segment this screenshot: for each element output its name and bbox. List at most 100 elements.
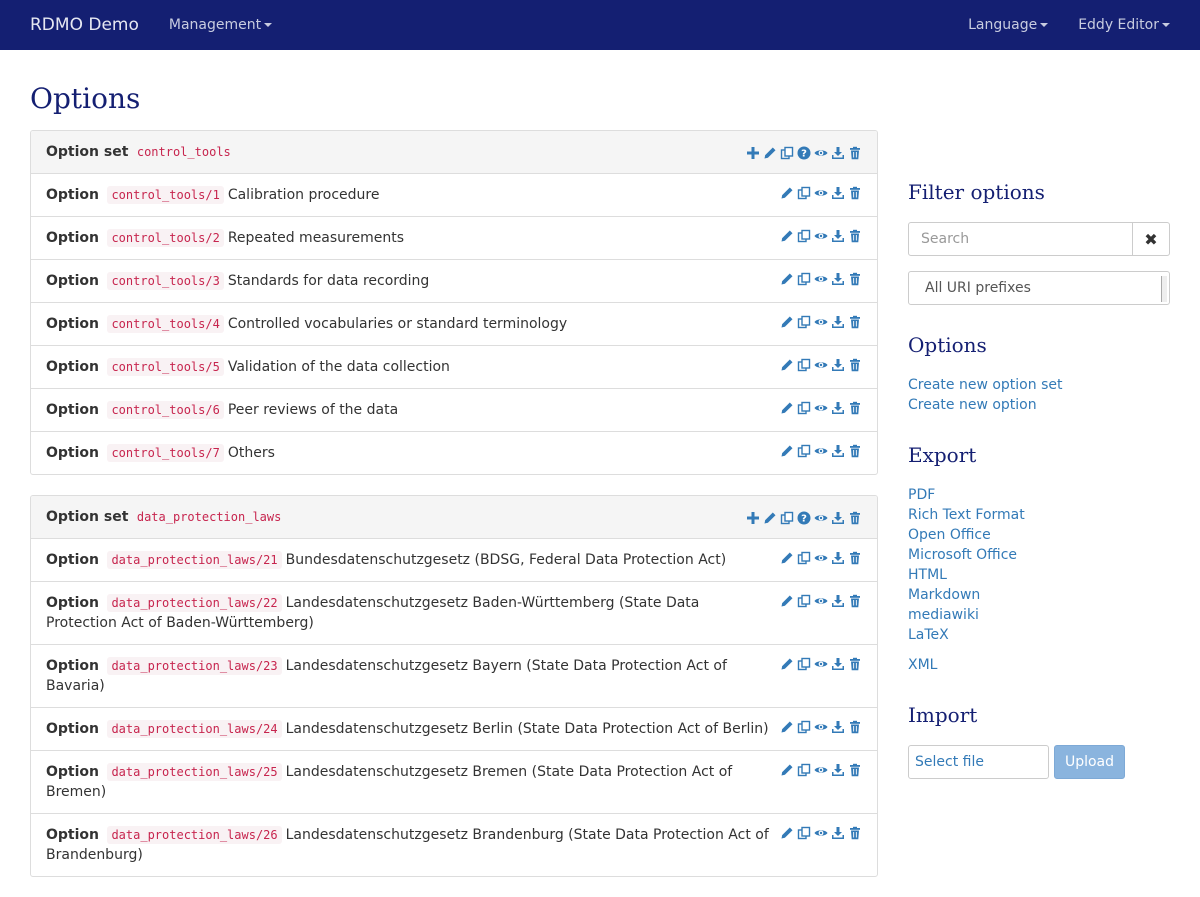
copy-icon[interactable]: [797, 551, 811, 565]
eye-icon[interactable]: [814, 444, 828, 458]
action-icons: [780, 826, 862, 840]
download-icon[interactable]: [831, 146, 845, 160]
pencil-icon[interactable]: [763, 146, 777, 160]
download-icon[interactable]: [831, 511, 845, 525]
pencil-icon[interactable]: [780, 186, 794, 200]
trash-icon[interactable]: [848, 763, 862, 777]
pencil-icon[interactable]: [780, 444, 794, 458]
pencil-icon[interactable]: [780, 358, 794, 372]
eye-icon[interactable]: [814, 720, 828, 734]
download-icon[interactable]: [831, 444, 845, 458]
copy-icon[interactable]: [797, 444, 811, 458]
trash-icon[interactable]: [848, 826, 862, 840]
pencil-icon[interactable]: [780, 826, 794, 840]
copy-icon[interactable]: [797, 272, 811, 286]
download-icon[interactable]: [831, 186, 845, 200]
eye-icon[interactable]: [814, 229, 828, 243]
copy-icon[interactable]: [797, 358, 811, 372]
eye-icon[interactable]: [814, 763, 828, 777]
download-icon[interactable]: [831, 551, 845, 565]
download-icon[interactable]: [831, 826, 845, 840]
trash-icon[interactable]: [848, 594, 862, 608]
copy-icon[interactable]: [780, 511, 794, 525]
trash-icon[interactable]: [848, 720, 862, 734]
trash-icon[interactable]: [848, 358, 862, 372]
pencil-icon[interactable]: [780, 315, 794, 329]
copy-icon[interactable]: [780, 146, 794, 160]
upload-button[interactable]: Upload: [1054, 745, 1125, 779]
pencil-icon[interactable]: [780, 272, 794, 286]
pencil-icon[interactable]: [780, 229, 794, 243]
download-icon[interactable]: [831, 358, 845, 372]
eye-icon[interactable]: [814, 186, 828, 200]
trash-icon[interactable]: [848, 186, 862, 200]
eye-icon[interactable]: [814, 657, 828, 671]
trash-icon[interactable]: [848, 401, 862, 415]
eye-icon[interactable]: [814, 511, 828, 525]
brand[interactable]: RDMO Demo: [30, 15, 139, 35]
trash-icon[interactable]: [848, 511, 862, 525]
language-menu[interactable]: Language: [968, 17, 1049, 33]
trash-icon[interactable]: [848, 657, 862, 671]
pencil-icon[interactable]: [780, 657, 794, 671]
eye-icon[interactable]: [814, 272, 828, 286]
download-icon[interactable]: [831, 594, 845, 608]
copy-icon[interactable]: [797, 720, 811, 734]
plus-icon[interactable]: [746, 511, 760, 525]
export-pdf-link[interactable]: PDF: [908, 485, 1170, 505]
trash-icon[interactable]: [848, 146, 862, 160]
export-html-link[interactable]: HTML: [908, 565, 1170, 585]
search-input[interactable]: [908, 222, 1133, 256]
pencil-icon[interactable]: [780, 720, 794, 734]
copy-icon[interactable]: [797, 763, 811, 777]
export-markdown-link[interactable]: Markdown: [908, 585, 1170, 605]
eye-icon[interactable]: [814, 358, 828, 372]
download-icon[interactable]: [831, 763, 845, 777]
copy-icon[interactable]: [797, 186, 811, 200]
pencil-icon[interactable]: [780, 594, 794, 608]
copy-icon[interactable]: [797, 315, 811, 329]
trash-icon[interactable]: [848, 551, 862, 565]
copy-icon[interactable]: [797, 401, 811, 415]
download-icon[interactable]: [831, 401, 845, 415]
trash-icon[interactable]: [848, 315, 862, 329]
create-option-set-link[interactable]: Create new option set: [908, 375, 1170, 395]
trash-icon[interactable]: [848, 272, 862, 286]
download-icon[interactable]: [831, 315, 845, 329]
pencil-icon[interactable]: [780, 401, 794, 415]
eye-icon[interactable]: [814, 401, 828, 415]
eye-icon[interactable]: [814, 826, 828, 840]
select-file-button[interactable]: Select file: [908, 745, 1049, 779]
trash-icon[interactable]: [848, 229, 862, 243]
download-icon[interactable]: [831, 657, 845, 671]
eye-icon[interactable]: [814, 551, 828, 565]
export-docx-link[interactable]: Microsoft Office: [908, 545, 1170, 565]
copy-icon[interactable]: [797, 594, 811, 608]
pencil-icon[interactable]: [780, 551, 794, 565]
trash-icon[interactable]: [848, 444, 862, 458]
management-menu[interactable]: Management: [169, 17, 273, 33]
eye-icon[interactable]: [814, 146, 828, 160]
uri-prefix-select[interactable]: All URI prefixes: [908, 271, 1170, 305]
export-odt-link[interactable]: Open Office: [908, 525, 1170, 545]
eye-icon[interactable]: [814, 315, 828, 329]
download-icon[interactable]: [831, 720, 845, 734]
export-rtf-link[interactable]: Rich Text Format: [908, 505, 1170, 525]
clear-search-button[interactable]: ✖: [1133, 222, 1170, 256]
eye-icon[interactable]: [814, 594, 828, 608]
copy-icon[interactable]: [797, 229, 811, 243]
copy-icon[interactable]: [797, 657, 811, 671]
pencil-icon[interactable]: [763, 511, 777, 525]
plus-icon[interactable]: [746, 146, 760, 160]
download-icon[interactable]: [831, 272, 845, 286]
export-mediawiki-link[interactable]: mediawiki: [908, 605, 1170, 625]
pencil-icon[interactable]: [780, 763, 794, 777]
export-latex-link[interactable]: LaTeX: [908, 625, 1170, 645]
copy-icon[interactable]: [797, 826, 811, 840]
export-xml-link[interactable]: XML: [908, 655, 1170, 675]
question-icon[interactable]: ?: [797, 511, 811, 525]
question-icon[interactable]: ?: [797, 146, 811, 160]
create-option-link[interactable]: Create new option: [908, 395, 1170, 415]
download-icon[interactable]: [831, 229, 845, 243]
user-menu[interactable]: Eddy Editor: [1078, 17, 1170, 33]
